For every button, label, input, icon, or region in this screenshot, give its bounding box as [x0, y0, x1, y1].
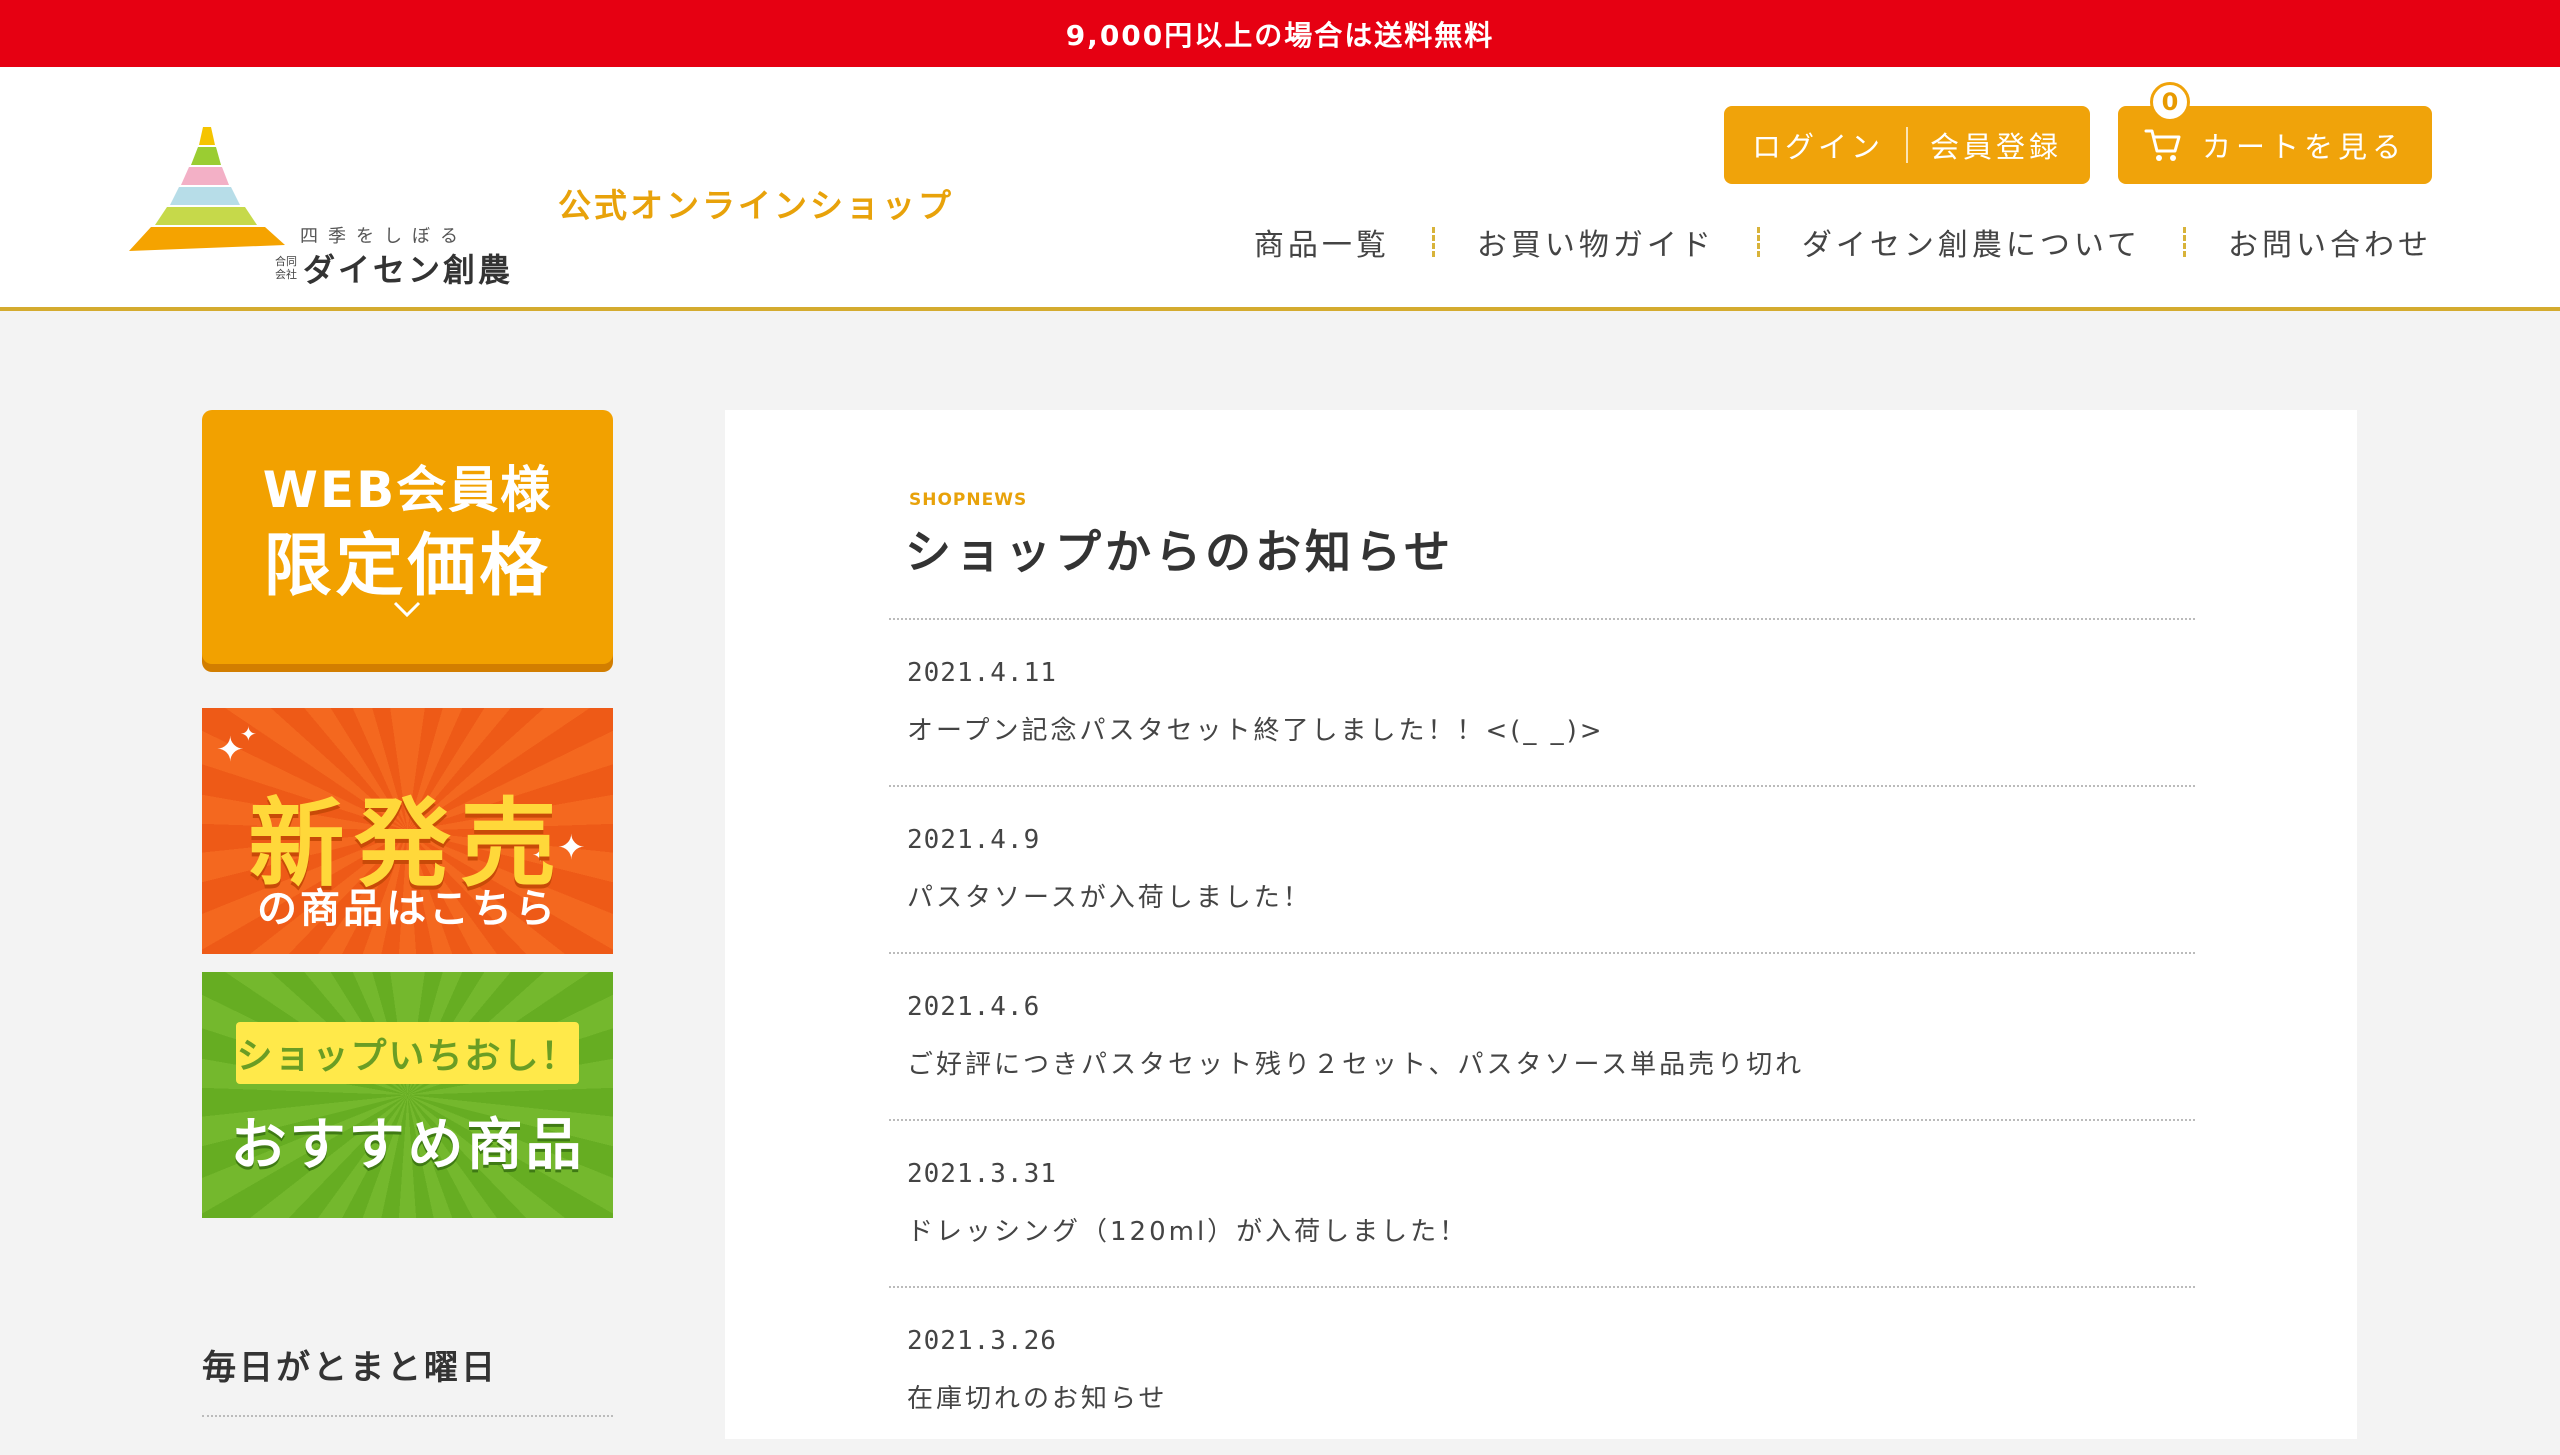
login-register-button[interactable]: ログイン 会員登録 [1724, 106, 2090, 184]
news-item[interactable]: 2021.4.9 パスタソースが入荷しました！ [889, 787, 2195, 954]
recommend-banner-ribbon: ショップいちおし！ [236, 1022, 579, 1084]
news-date: 2021.4.6 [907, 992, 1041, 1022]
logo[interactable]: 四季をしぼる 合同会社 ダイセン創農 [125, 127, 525, 317]
free-shipping-banner: 9,000円以上の場合は送料無料 [0, 0, 2560, 67]
new-products-banner[interactable]: ✦ ✦ ✦ ✦ 新発売 の商品はこちら [202, 708, 613, 954]
news-date: 2021.4.9 [907, 825, 1041, 855]
nav-divider [1756, 227, 1760, 257]
logo-company-name: ダイセン創農 [303, 251, 514, 289]
new-banner-subtitle: の商品はこちら [257, 886, 558, 932]
main-content: SHOPNEWS ショップからのお知らせ 2021.4.11 オープン記念パスタ… [725, 410, 2357, 1439]
news-date: 2021.3.26 [907, 1326, 1057, 1356]
news-item[interactable]: 2021.3.26 在庫切れのお知らせ [889, 1288, 2195, 1455]
nav-divider [2183, 227, 2186, 257]
news-date: 2021.4.11 [907, 658, 1057, 688]
nav-divider [1431, 227, 1435, 257]
news-title-link[interactable]: オープン記念パスタセット終了しました！！<(_ _)> [907, 710, 2195, 747]
nav-shopping-guide[interactable]: お買い物ガイド [1477, 220, 1715, 264]
cart-count-badge: 0 [2150, 82, 2190, 122]
page-title: ショップからのお知らせ [905, 525, 1455, 579]
news-title-link[interactable]: 在庫切れのお知らせ [907, 1378, 2195, 1415]
recommend-banner-title: おすすめ商品 [230, 1113, 585, 1178]
member-banner-line2: 限定価格 [263, 527, 552, 606]
cart-icon [2144, 129, 2181, 161]
news-title-link[interactable]: ドレッシング（120ml）が入荷しました！ [907, 1211, 2195, 1248]
register-link[interactable]: 会員登録 [1930, 124, 2062, 166]
chevron-down-icon [393, 601, 421, 618]
main-nav: 商品一覧 お買い物ガイド ダイセン創農について お問い合わせ [1254, 217, 2432, 267]
recommended-products-banner[interactable]: ショップいちおし！ おすすめ商品 [202, 972, 613, 1218]
nav-contact[interactable]: お問い合わせ [2228, 220, 2432, 264]
news-item[interactable]: 2021.4.11 オープン記念パスタセット終了しました！！<(_ _)> [889, 620, 2195, 787]
sidebar-heading: 毎日がとまと曜日 [202, 1340, 613, 1417]
news-list: 2021.4.11 オープン記念パスタセット終了しました！！<(_ _)> 20… [889, 618, 2195, 1455]
logo-company-prefix: 合同会社 [275, 255, 297, 281]
shop-title: 公式オンラインショップ [558, 186, 954, 225]
news-item[interactable]: 2021.3.31 ドレッシング（120ml）が入荷しました！ [889, 1121, 2195, 1288]
free-shipping-text: 9,000円以上の場合は送料無料 [1065, 18, 1495, 52]
sparkle-icon: ✦ [240, 722, 257, 746]
news-title-link[interactable]: パスタソースが入荷しました！ [907, 877, 2195, 914]
view-cart-label: カートを見る [2201, 130, 2406, 164]
nav-products[interactable]: 商品一覧 [1254, 220, 1390, 264]
login-link[interactable]: ログイン [1752, 124, 1884, 166]
site-header: 四季をしぼる 合同会社 ダイセン創農 公式オンラインショップ ログイン 会員登録… [0, 67, 2560, 311]
logo-mark-icon [129, 127, 285, 251]
member-price-banner[interactable]: WEB会員様 限定価格 [202, 410, 613, 664]
nav-about[interactable]: ダイセン創農について [1802, 220, 2141, 264]
section-label: SHOPNEWS [909, 490, 1028, 510]
divider [1906, 127, 1908, 163]
news-item[interactable]: 2021.4.6 ご好評につきパスタセット残り２セット、パスタソース単品売り切れ [889, 954, 2195, 1121]
news-date: 2021.3.31 [907, 1159, 1057, 1189]
news-title-link[interactable]: ご好評につきパスタセット残り２セット、パスタソース単品売り切れ [907, 1044, 2195, 1081]
